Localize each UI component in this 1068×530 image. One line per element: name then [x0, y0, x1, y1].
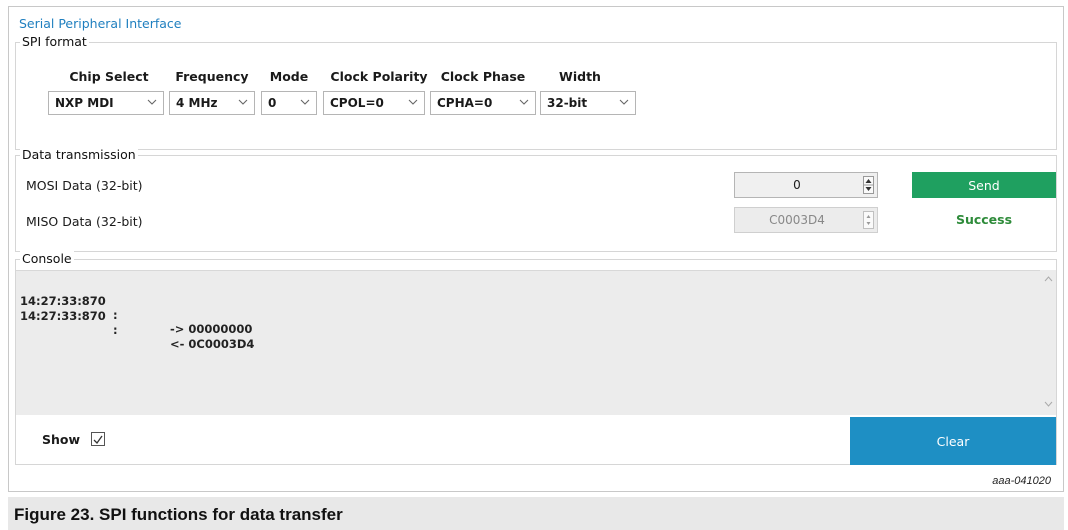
clock-phase-dropdown[interactable]: CPHA=0 [430, 91, 536, 115]
width-label: Width [559, 69, 601, 84]
console-legend: Console [20, 251, 74, 266]
miso-spinner [863, 211, 874, 229]
mosi-value: 0 [793, 178, 801, 192]
scroll-up-icon[interactable] [1044, 276, 1053, 282]
chevron-down-icon [147, 99, 157, 105]
miso-data-input: C0003D4 [734, 207, 878, 233]
console-scrollbar[interactable] [1040, 270, 1056, 415]
figure-id: aaa-041020 [992, 475, 1051, 487]
log-message: <- 0C0003D4 [170, 337, 255, 351]
spi-format-group: SPI format Chip Select NXP MDI Frequency… [15, 34, 1057, 150]
status-text: Success [955, 212, 1013, 227]
show-label: Show [42, 432, 81, 447]
frequency-label: Frequency [175, 69, 249, 84]
log-message: -> 00000000 [170, 322, 253, 336]
log-separator: : [113, 308, 118, 322]
checkbox-check-icon [93, 435, 103, 445]
frequency-dropdown[interactable]: 4 MHz [169, 91, 255, 115]
mosi-data-input[interactable]: 0 [734, 172, 878, 198]
width-dropdown[interactable]: 32-bit [540, 91, 636, 115]
figure-caption: Figure 23. SPI functions for data transf… [8, 497, 1064, 530]
data-transmission-group: Data transmission MOSI Data (32-bit) 0 S… [15, 147, 1057, 252]
miso-value: C0003D4 [769, 213, 825, 227]
mode-value: 0 [268, 96, 277, 110]
clock-polarity-value: CPOL=0 [330, 96, 384, 110]
spi-format-legend: SPI format [20, 34, 89, 49]
send-button[interactable]: Send [912, 172, 1056, 198]
log-line: 14:27:33:870 : <- 0C0003D4 [20, 295, 254, 365]
log-timestamp: 14:27:33:870 [20, 309, 106, 323]
chip-select-dropdown[interactable]: NXP MDI [48, 91, 164, 115]
mosi-label: MOSI Data (32-bit) [26, 178, 143, 193]
clock-polarity-dropdown[interactable]: CPOL=0 [323, 91, 425, 115]
chevron-down-icon [300, 99, 310, 105]
console-group: Console 14:27:33:870 : -> 00000000 14:27… [15, 251, 1057, 465]
console-log[interactable]: 14:27:33:870 : -> 00000000 14:27:33:870 … [16, 270, 1056, 415]
chevron-down-icon [619, 99, 629, 105]
chevron-down-icon [519, 99, 529, 105]
chevron-down-icon [238, 99, 248, 105]
chevron-down-icon [408, 99, 418, 105]
spi-window: Serial Peripheral Interface SPI format C… [8, 6, 1064, 492]
clock-phase-value: CPHA=0 [437, 96, 493, 110]
mosi-spinner[interactable] [863, 176, 874, 194]
show-checkbox[interactable] [91, 432, 105, 446]
width-value: 32-bit [547, 96, 588, 110]
data-transmission-legend: Data transmission [20, 147, 138, 162]
clear-button[interactable]: Clear [850, 417, 1056, 465]
mode-label: Mode [269, 69, 309, 84]
app-title: Serial Peripheral Interface [19, 16, 182, 31]
log-separator: : [113, 323, 118, 337]
clock-polarity-label: Clock Polarity [330, 69, 428, 84]
miso-label: MISO Data (32-bit) [26, 214, 143, 229]
chip-select-value: NXP MDI [55, 96, 114, 110]
spin-up-icon [865, 179, 872, 183]
spin-down-icon [866, 222, 871, 225]
mode-dropdown[interactable]: 0 [261, 91, 317, 115]
chip-select-label: Chip Select [69, 69, 149, 84]
spin-down-icon [865, 187, 872, 191]
clock-phase-label: Clock Phase [440, 69, 526, 84]
spin-up-icon [866, 215, 871, 218]
scroll-down-icon[interactable] [1044, 401, 1053, 407]
frequency-value: 4 MHz [176, 96, 218, 110]
